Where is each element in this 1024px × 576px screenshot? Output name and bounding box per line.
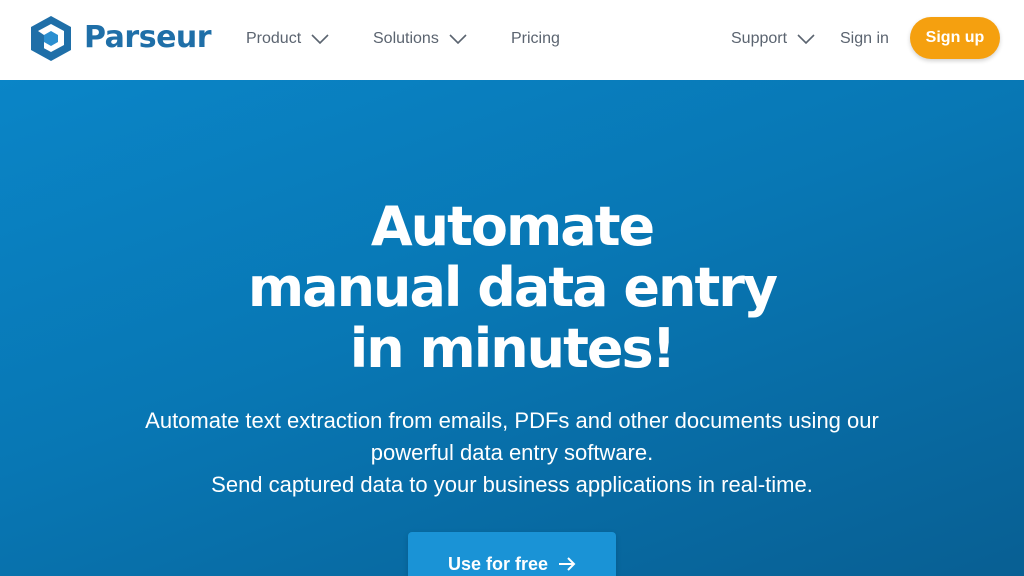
sign-in-label: Sign in [840, 30, 889, 47]
nav-product-menu[interactable]: Product [246, 26, 329, 52]
chevron-down-icon [311, 34, 329, 44]
hero-subtitle-line: powerful data entry software. [370, 440, 654, 465]
hero-subtitle-line: Send captured data to your business appl… [211, 472, 813, 497]
nav-solutions-menu[interactable]: Solutions [373, 26, 467, 52]
sign-in-link[interactable]: Sign in [840, 26, 889, 52]
brand-name: Parseur [84, 20, 212, 55]
top-navbar: Parseur Product Solutions Pricing Suppor… [0, 0, 1024, 80]
nav-pricing-link[interactable]: Pricing [511, 26, 560, 52]
use-for-free-button[interactable]: Use for free [408, 532, 616, 576]
hero-title-line: Automate [370, 195, 655, 258]
nav-support-label: Support [731, 30, 788, 47]
nav-support-menu[interactable]: Support [731, 26, 815, 52]
sign-up-button[interactable]: Sign up [910, 17, 1000, 59]
hero-section: Automate manual data entry in minutes! A… [0, 80, 1024, 576]
chevron-down-icon [797, 34, 815, 44]
chevron-down-icon [449, 34, 467, 44]
hero-subtitle: Automate text extraction from emails, PD… [0, 405, 1024, 501]
nav-product-label: Product [246, 30, 302, 47]
parseur-logo-icon [31, 16, 71, 61]
hero-subtitle-line: Automate text extraction from emails, PD… [145, 408, 879, 433]
hero-title-line: manual data entry [247, 256, 778, 319]
arrow-right-icon [559, 557, 576, 571]
hero-title-line: in minutes! [349, 317, 677, 380]
cta-label: Use for free [447, 554, 549, 574]
hero-title: Automate manual data entry in minutes! [0, 196, 1024, 379]
parseur-logo[interactable]: Parseur [28, 14, 212, 62]
nav-solutions-label: Solutions [373, 30, 439, 47]
nav-pricing-label: Pricing [511, 30, 560, 47]
